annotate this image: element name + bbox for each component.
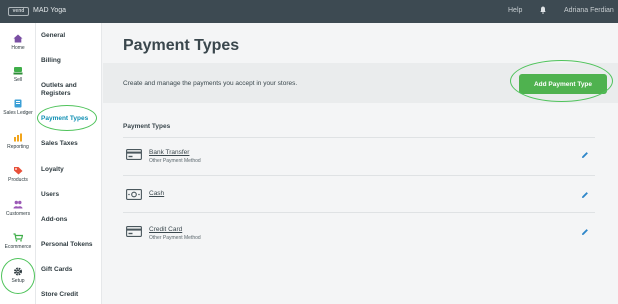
register-icon <box>13 67 23 75</box>
subnav-general[interactable]: General <box>41 32 99 40</box>
pencil-icon[interactable] <box>581 151 589 159</box>
cart-icon <box>13 233 23 242</box>
nav-label: Ecommerce <box>4 244 32 250</box>
nav-customers[interactable]: Customers <box>0 200 36 230</box>
page-title: Payment Types <box>123 37 240 54</box>
divider <box>123 137 595 138</box>
subnav-billing[interactable]: Billing <box>41 57 99 65</box>
card-icon <box>126 149 142 160</box>
highlight-ring-payment-types <box>37 105 97 131</box>
nav-sell[interactable]: Sell <box>0 66 36 96</box>
subnav-sales-taxes[interactable]: Sales Taxes <box>41 140 99 148</box>
payment-name[interactable]: Bank Transfer <box>149 149 189 156</box>
nav-reporting[interactable]: Reporting <box>0 133 36 163</box>
divider <box>123 175 595 176</box>
payment-row: Credit Card Other Payment Method <box>123 226 595 262</box>
payment-name[interactable]: Credit Card <box>149 226 182 233</box>
subnav-personal-tokens[interactable]: Personal Tokens <box>41 241 99 249</box>
subnav-add-ons[interactable]: Add-ons <box>41 216 99 224</box>
setup-subnav: General Billing Outlets and Registers Pa… <box>36 23 102 304</box>
section-title: Payment Types <box>123 123 171 130</box>
nav-home[interactable]: Home <box>0 34 36 64</box>
ledger-icon <box>14 99 22 108</box>
nav-label: Products <box>8 177 28 183</box>
payment-row: Cash <box>123 189 595 225</box>
cash-icon <box>126 189 142 200</box>
nav-label: Sell <box>13 77 23 83</box>
subnav-outlets-registers[interactable]: Outlets and Registers <box>41 82 99 98</box>
tag-icon <box>14 167 23 175</box>
divider <box>123 212 595 213</box>
chart-icon <box>14 133 22 142</box>
bell-icon[interactable] <box>540 6 546 14</box>
help-link[interactable]: Help <box>508 7 522 14</box>
subnav-store-credit[interactable]: Store Credit <box>41 291 99 299</box>
payment-name[interactable]: Cash <box>149 190 164 197</box>
nav-label: Customers <box>5 211 31 217</box>
card-icon <box>126 226 142 237</box>
payment-method: Other Payment Method <box>149 158 201 164</box>
nav-label: Sales Ledger <box>3 110 33 116</box>
subnav-gift-cards[interactable]: Gift Cards <box>41 266 99 274</box>
payment-row: Bank Transfer Other Payment Method <box>123 149 595 185</box>
user-menu[interactable]: Adriana Ferdian <box>564 7 614 14</box>
pencil-icon[interactable] <box>581 228 589 236</box>
highlight-ring-setup <box>1 258 35 294</box>
payment-method: Other Payment Method <box>149 235 201 241</box>
subnav-users[interactable]: Users <box>41 191 99 199</box>
top-bar: vend MAD Yoga Help Adriana Ferdian <box>0 0 618 23</box>
nav-label: Reporting <box>7 144 29 150</box>
nav-sales-ledger[interactable]: Sales Ledger <box>0 99 36 129</box>
home-icon <box>13 34 23 43</box>
highlight-ring-add-button <box>510 60 613 102</box>
nav-label: Home <box>11 45 25 51</box>
vend-logo[interactable]: vend <box>8 7 29 16</box>
pencil-icon[interactable] <box>581 191 589 199</box>
nav-products[interactable]: Products <box>0 166 36 196</box>
customers-icon <box>13 200 23 209</box>
subnav-loyalty[interactable]: Loyalty <box>41 166 99 174</box>
store-name: MAD Yoga <box>33 7 67 14</box>
page-description: Create and manage the payments you accep… <box>123 80 298 87</box>
